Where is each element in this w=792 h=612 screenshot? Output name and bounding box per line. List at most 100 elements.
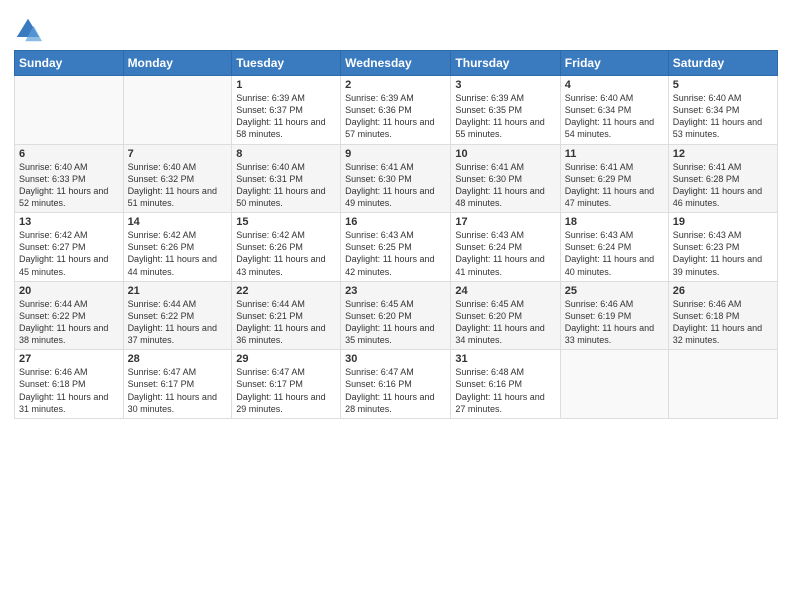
logo <box>14 16 44 44</box>
day-info: Sunrise: 6:43 AM Sunset: 6:25 PM Dayligh… <box>345 229 446 278</box>
day-info: Sunrise: 6:41 AM Sunset: 6:29 PM Dayligh… <box>565 161 664 210</box>
calendar-cell: 26Sunrise: 6:46 AM Sunset: 6:18 PM Dayli… <box>668 281 777 350</box>
calendar-cell <box>668 350 777 419</box>
calendar-cell: 7Sunrise: 6:40 AM Sunset: 6:32 PM Daylig… <box>123 144 232 213</box>
weekday-header: Wednesday <box>341 51 451 76</box>
day-number: 12 <box>673 148 773 160</box>
day-info: Sunrise: 6:47 AM Sunset: 6:17 PM Dayligh… <box>128 366 228 415</box>
day-number: 20 <box>19 285 119 297</box>
calendar-cell: 29Sunrise: 6:47 AM Sunset: 6:17 PM Dayli… <box>232 350 341 419</box>
calendar-cell: 4Sunrise: 6:40 AM Sunset: 6:34 PM Daylig… <box>560 76 668 145</box>
day-number: 2 <box>345 79 446 91</box>
calendar-cell: 31Sunrise: 6:48 AM Sunset: 6:16 PM Dayli… <box>451 350 560 419</box>
day-info: Sunrise: 6:44 AM Sunset: 6:21 PM Dayligh… <box>236 298 336 347</box>
day-info: Sunrise: 6:39 AM Sunset: 6:36 PM Dayligh… <box>345 92 446 141</box>
day-number: 19 <box>673 216 773 228</box>
calendar-week-row: 13Sunrise: 6:42 AM Sunset: 6:27 PM Dayli… <box>15 213 778 282</box>
day-number: 11 <box>565 148 664 160</box>
calendar-cell: 1Sunrise: 6:39 AM Sunset: 6:37 PM Daylig… <box>232 76 341 145</box>
calendar-week-row: 1Sunrise: 6:39 AM Sunset: 6:37 PM Daylig… <box>15 76 778 145</box>
day-number: 7 <box>128 148 228 160</box>
calendar-cell <box>560 350 668 419</box>
calendar-cell: 18Sunrise: 6:43 AM Sunset: 6:24 PM Dayli… <box>560 213 668 282</box>
day-number: 4 <box>565 79 664 91</box>
day-info: Sunrise: 6:40 AM Sunset: 6:34 PM Dayligh… <box>673 92 773 141</box>
day-number: 10 <box>455 148 555 160</box>
calendar-cell: 23Sunrise: 6:45 AM Sunset: 6:20 PM Dayli… <box>341 281 451 350</box>
calendar-cell: 14Sunrise: 6:42 AM Sunset: 6:26 PM Dayli… <box>123 213 232 282</box>
weekday-header: Thursday <box>451 51 560 76</box>
day-info: Sunrise: 6:44 AM Sunset: 6:22 PM Dayligh… <box>19 298 119 347</box>
day-number: 30 <box>345 353 446 365</box>
calendar-cell: 5Sunrise: 6:40 AM Sunset: 6:34 PM Daylig… <box>668 76 777 145</box>
day-info: Sunrise: 6:41 AM Sunset: 6:28 PM Dayligh… <box>673 161 773 210</box>
day-number: 16 <box>345 216 446 228</box>
calendar-table: SundayMondayTuesdayWednesdayThursdayFrid… <box>14 50 778 419</box>
calendar-cell: 22Sunrise: 6:44 AM Sunset: 6:21 PM Dayli… <box>232 281 341 350</box>
day-info: Sunrise: 6:42 AM Sunset: 6:26 PM Dayligh… <box>128 229 228 278</box>
day-info: Sunrise: 6:46 AM Sunset: 6:18 PM Dayligh… <box>673 298 773 347</box>
day-number: 6 <box>19 148 119 160</box>
day-number: 18 <box>565 216 664 228</box>
calendar-cell: 17Sunrise: 6:43 AM Sunset: 6:24 PM Dayli… <box>451 213 560 282</box>
day-number: 21 <box>128 285 228 297</box>
day-info: Sunrise: 6:39 AM Sunset: 6:37 PM Dayligh… <box>236 92 336 141</box>
day-number: 26 <box>673 285 773 297</box>
weekday-header: Tuesday <box>232 51 341 76</box>
weekday-header: Monday <box>123 51 232 76</box>
calendar-cell <box>123 76 232 145</box>
day-number: 31 <box>455 353 555 365</box>
day-number: 22 <box>236 285 336 297</box>
day-info: Sunrise: 6:45 AM Sunset: 6:20 PM Dayligh… <box>455 298 555 347</box>
day-number: 15 <box>236 216 336 228</box>
day-info: Sunrise: 6:40 AM Sunset: 6:33 PM Dayligh… <box>19 161 119 210</box>
calendar-cell: 19Sunrise: 6:43 AM Sunset: 6:23 PM Dayli… <box>668 213 777 282</box>
calendar-cell: 2Sunrise: 6:39 AM Sunset: 6:36 PM Daylig… <box>341 76 451 145</box>
day-info: Sunrise: 6:43 AM Sunset: 6:23 PM Dayligh… <box>673 229 773 278</box>
weekday-header: Sunday <box>15 51 124 76</box>
calendar-cell: 20Sunrise: 6:44 AM Sunset: 6:22 PM Dayli… <box>15 281 124 350</box>
day-number: 23 <box>345 285 446 297</box>
day-info: Sunrise: 6:46 AM Sunset: 6:18 PM Dayligh… <box>19 366 119 415</box>
calendar-cell: 8Sunrise: 6:40 AM Sunset: 6:31 PM Daylig… <box>232 144 341 213</box>
calendar-cell: 6Sunrise: 6:40 AM Sunset: 6:33 PM Daylig… <box>15 144 124 213</box>
day-info: Sunrise: 6:41 AM Sunset: 6:30 PM Dayligh… <box>455 161 555 210</box>
day-number: 29 <box>236 353 336 365</box>
calendar-cell: 11Sunrise: 6:41 AM Sunset: 6:29 PM Dayli… <box>560 144 668 213</box>
calendar-cell <box>15 76 124 145</box>
day-info: Sunrise: 6:40 AM Sunset: 6:32 PM Dayligh… <box>128 161 228 210</box>
header-area <box>14 10 778 44</box>
day-info: Sunrise: 6:42 AM Sunset: 6:27 PM Dayligh… <box>19 229 119 278</box>
day-number: 13 <box>19 216 119 228</box>
day-number: 25 <box>565 285 664 297</box>
day-info: Sunrise: 6:43 AM Sunset: 6:24 PM Dayligh… <box>455 229 555 278</box>
calendar-cell: 27Sunrise: 6:46 AM Sunset: 6:18 PM Dayli… <box>15 350 124 419</box>
day-number: 1 <box>236 79 336 91</box>
calendar-cell: 25Sunrise: 6:46 AM Sunset: 6:19 PM Dayli… <box>560 281 668 350</box>
calendar-cell: 21Sunrise: 6:44 AM Sunset: 6:22 PM Dayli… <box>123 281 232 350</box>
day-number: 3 <box>455 79 555 91</box>
day-number: 27 <box>19 353 119 365</box>
day-number: 8 <box>236 148 336 160</box>
calendar-cell: 30Sunrise: 6:47 AM Sunset: 6:16 PM Dayli… <box>341 350 451 419</box>
day-number: 14 <box>128 216 228 228</box>
day-info: Sunrise: 6:43 AM Sunset: 6:24 PM Dayligh… <box>565 229 664 278</box>
day-info: Sunrise: 6:48 AM Sunset: 6:16 PM Dayligh… <box>455 366 555 415</box>
calendar-header-row: SundayMondayTuesdayWednesdayThursdayFrid… <box>15 51 778 76</box>
day-info: Sunrise: 6:45 AM Sunset: 6:20 PM Dayligh… <box>345 298 446 347</box>
day-number: 24 <box>455 285 555 297</box>
day-number: 9 <box>345 148 446 160</box>
calendar-cell: 3Sunrise: 6:39 AM Sunset: 6:35 PM Daylig… <box>451 76 560 145</box>
calendar-cell: 12Sunrise: 6:41 AM Sunset: 6:28 PM Dayli… <box>668 144 777 213</box>
calendar-cell: 16Sunrise: 6:43 AM Sunset: 6:25 PM Dayli… <box>341 213 451 282</box>
day-info: Sunrise: 6:40 AM Sunset: 6:34 PM Dayligh… <box>565 92 664 141</box>
day-info: Sunrise: 6:40 AM Sunset: 6:31 PM Dayligh… <box>236 161 336 210</box>
calendar-cell: 10Sunrise: 6:41 AM Sunset: 6:30 PM Dayli… <box>451 144 560 213</box>
calendar-week-row: 27Sunrise: 6:46 AM Sunset: 6:18 PM Dayli… <box>15 350 778 419</box>
logo-icon <box>14 16 42 44</box>
day-info: Sunrise: 6:46 AM Sunset: 6:19 PM Dayligh… <box>565 298 664 347</box>
day-number: 28 <box>128 353 228 365</box>
day-info: Sunrise: 6:47 AM Sunset: 6:17 PM Dayligh… <box>236 366 336 415</box>
day-info: Sunrise: 6:39 AM Sunset: 6:35 PM Dayligh… <box>455 92 555 141</box>
day-number: 5 <box>673 79 773 91</box>
